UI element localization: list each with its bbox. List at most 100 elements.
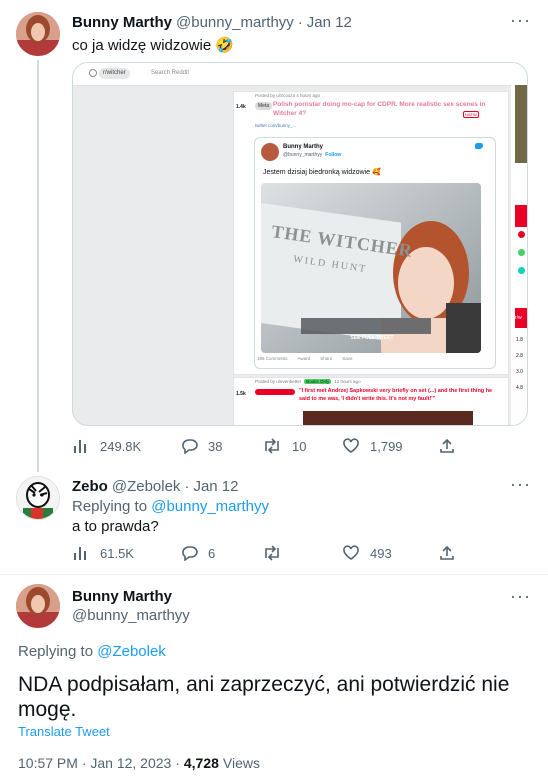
sidebar-num-2: 2.8 [516, 353, 523, 359]
sidebar-dot-red [518, 231, 525, 238]
like-count: 1,799 [370, 438, 403, 454]
share-icon [440, 545, 454, 560]
tweet-timestamp-row: 10:57 PM · Jan 12, 2023 · 4,728 Views [18, 755, 260, 771]
views-stat[interactable]: 61.5K [72, 545, 134, 561]
author-name[interactable]: Bunny Marthy [72, 14, 172, 31]
post2-thumbnail [303, 411, 473, 425]
share-label: Share [320, 356, 333, 361]
post2-meta: Posted by u/evenbetter [255, 379, 302, 384]
views-icon [74, 547, 86, 560]
award-label: Award [297, 356, 311, 361]
more-icon[interactable]: ··· [510, 10, 531, 31]
author-handle[interactable]: @bunny_marthyy [72, 607, 190, 624]
like-button[interactable]: 1,799 [342, 438, 403, 454]
post2-quote: "I first met Andrzej Sapkowski very brie… [299, 388, 493, 402]
replying-handle-link[interactable]: @Zebolek [97, 643, 166, 660]
translate-tweet-link[interactable]: Translate Tweet [18, 724, 110, 739]
avatar[interactable] [16, 12, 60, 56]
post-flair: Meta [255, 102, 273, 110]
like-icon [343, 438, 359, 453]
nsfw-badge: NSFW [463, 111, 479, 118]
replying-to: Replying to @bunny_marthyy [72, 498, 269, 515]
share-icon [440, 438, 454, 453]
sidebar-num-3: 3.0 [516, 369, 523, 375]
save-label: Save [342, 356, 353, 361]
reply-count: 6 [208, 545, 216, 561]
author-name[interactable]: Zebo [72, 478, 108, 495]
tweet-date[interactable]: Jan 12 [307, 14, 352, 31]
avatar[interactable] [16, 584, 60, 628]
reddit-search-bar [73, 63, 527, 86]
like-count: 493 [370, 545, 392, 561]
tweet-text: a to prawda? [72, 518, 159, 535]
main-tweet-text: NDA podpisałam, ani zaprzeczyć, ani potw… [18, 673, 510, 721]
thread-line [37, 60, 39, 472]
like-button[interactable]: 493 [342, 545, 392, 561]
sidebar-num-1: 1.8 [516, 337, 523, 343]
card-handle-row: @bunny_marthyy Follow [283, 152, 341, 158]
card-text: Jestem dzisiaj biedronką widzowie 🥰 [263, 169, 381, 176]
card-photo [261, 183, 481, 353]
zebra-avatar-image [17, 477, 59, 519]
post2-red-flair [255, 389, 295, 395]
tweet-date[interactable]: Jan 12 [193, 478, 238, 495]
post2-time: 12 hours ago [334, 379, 361, 384]
divider [0, 574, 548, 575]
share-button[interactable] [438, 545, 456, 561]
separator-dot: · [297, 14, 303, 31]
post2-flair: Books Only [304, 379, 332, 384]
tweet-media[interactable]: r/witcher Search Reddit 1.4k Posted by u… [72, 62, 528, 426]
tweet-text: co ja widzę widzowie 🤣 [72, 37, 235, 54]
views-label: Views [222, 755, 261, 771]
reply-button[interactable]: 6 [180, 545, 215, 561]
reply-button[interactable]: 38 [180, 438, 222, 454]
see-full-tweet-button: SEE FULL TWEET [350, 335, 394, 341]
search-icon [89, 69, 97, 77]
tweet-timestamp[interactable]: 10:57 PM · Jan 12, 2023 · [18, 755, 180, 771]
comments-count: 196 Comments [257, 356, 288, 361]
reply-icon [182, 439, 198, 454]
post2-votes: 1.5k [236, 391, 246, 397]
post2-meta-row: Posted by u/evenbetter Books Only 12 hou… [255, 379, 361, 384]
share-button[interactable] [438, 438, 456, 454]
card-follow: Follow [325, 152, 342, 158]
avatar-photo [16, 584, 60, 628]
sidebar-dot-teal [518, 267, 525, 274]
sidebar-tag: r/w [515, 308, 527, 328]
replying-handle-link[interactable]: @bunny_marthyy [151, 498, 269, 515]
more-icon[interactable]: ··· [510, 474, 531, 495]
reply-icon [182, 546, 198, 561]
retweet-button[interactable]: 10 [262, 438, 306, 454]
views-stat[interactable]: 249.8K [72, 438, 141, 454]
search-placeholder: Search Reddit [151, 70, 190, 76]
views-icon [74, 440, 86, 453]
subreddit-pill: r/witcher [99, 68, 130, 79]
sidebar-image [515, 85, 527, 163]
separator-dot: · [184, 478, 190, 495]
author-handle[interactable]: @Zebolek [112, 478, 181, 495]
author-handle[interactable]: @bunny_marthyy [176, 14, 294, 31]
retweet-icon [265, 438, 279, 454]
avatar[interactable] [16, 476, 60, 520]
sidebar-num-4: 4.8 [516, 385, 523, 391]
author-name[interactable]: Bunny Marthy [72, 588, 172, 605]
sidebar-red-block [515, 205, 527, 227]
sidebar-dot-green [518, 249, 525, 256]
reply-count: 38 [208, 438, 223, 454]
post-meta: Posted by u/Scooza 4 hours ago [255, 93, 321, 98]
tweet-header: Zebo @Zebolek · Jan 12 [72, 478, 238, 495]
retweet-button[interactable] [262, 545, 282, 561]
views-count: 249.8K [100, 438, 142, 454]
post-link: twitter.com/bunny_... [255, 123, 297, 128]
retweet-icon [265, 545, 279, 561]
views-count: 4,728 [183, 755, 219, 771]
replying-to: Replying to @Zebolek [18, 643, 166, 660]
retweet-count: 10 [292, 438, 307, 454]
post-votes: 1.4k [236, 104, 246, 110]
card-name: Bunny Marthy [283, 144, 324, 150]
witcher-selfie-photo [261, 183, 481, 353]
tweet-header: Bunny Marthy @bunny_marthyy · Jan 12 [72, 14, 352, 31]
card-avatar [261, 143, 279, 161]
avatar-photo [16, 12, 60, 56]
more-icon[interactable]: ··· [510, 586, 531, 607]
